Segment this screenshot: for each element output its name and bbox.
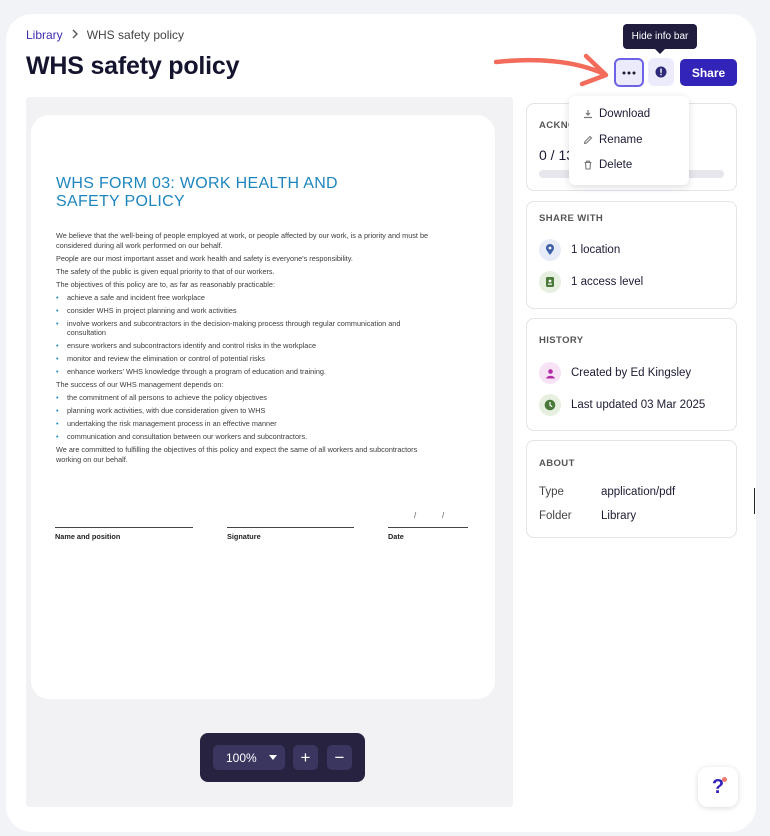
zoom-select[interactable]: 100% (213, 745, 285, 770)
pencil-icon (583, 135, 593, 145)
zoom-out-button[interactable]: − (327, 745, 352, 770)
list-item: ensure workers and subcontractors identi… (56, 341, 436, 351)
success-list: the commitment of all persons to achieve… (56, 393, 436, 442)
signature-line (227, 527, 354, 528)
breadcrumb-library-link[interactable]: Library (26, 28, 63, 42)
history-created-label: Created by Ed Kingsley (571, 367, 692, 379)
about-folder-row: Folder Library (539, 510, 636, 522)
zoom-toolbar: 100% + − (200, 733, 365, 782)
list-item: enhance workers' WHS knowledge through a… (56, 367, 436, 377)
hide-info-bar-button[interactable] (648, 58, 674, 86)
zoom-value: 100% (226, 750, 257, 765)
about-type-value: application/pdf (601, 486, 676, 498)
document-title: WHS FORM 03: WORK HEALTH AND SAFETY POLI… (56, 175, 338, 210)
history-created-row: Created by Ed Kingsley (539, 362, 691, 384)
breadcrumb-current: WHS safety policy (86, 28, 185, 42)
paragraph: People are our most important asset and … (56, 253, 353, 263)
clock-icon (539, 394, 561, 416)
history-updated-row: Last updated 03 Mar 2025 (539, 394, 705, 416)
list-item: communication and consultation between o… (56, 432, 436, 442)
page-title: WHS safety policy (26, 52, 240, 80)
menu-item-download[interactable]: Download (583, 108, 650, 120)
menu-item-label: Delete (599, 159, 633, 171)
about-card: ABOUT Type application/pdf Folder Librar… (526, 440, 737, 538)
list-item: monitor and review the elimination or co… (56, 354, 436, 364)
about-type-row: Type application/pdf (539, 486, 675, 498)
menu-item-delete[interactable]: Delete (583, 159, 632, 171)
menu-item-rename[interactable]: Rename (583, 134, 642, 146)
chevron-right-icon (71, 28, 79, 42)
history-updated-label: Last updated 03 Mar 2025 (571, 399, 706, 411)
name-position-label: Name and position (55, 532, 121, 541)
about-folder-label: Folder (539, 510, 572, 522)
list-item: involve workers and subcontractors in th… (56, 319, 436, 338)
zoom-in-button[interactable]: + (293, 745, 318, 770)
paragraph: The success of our WHS management depend… (56, 380, 224, 390)
date-separator: / (442, 511, 445, 520)
notification-dot (722, 777, 727, 782)
list-item: consider WHS in project planning and wor… (56, 306, 436, 316)
ellipsis-icon (622, 71, 636, 74)
date-separator: / (414, 511, 417, 520)
hide-info-bar-tooltip: Hide info bar (623, 24, 697, 54)
card-title: HISTORY (539, 335, 584, 346)
paragraph: We are committed to fulfilling the objec… (56, 445, 418, 465)
paragraph: The safety of the public is given equal … (56, 266, 275, 276)
list-item: the commitment of all persons to achieve… (56, 393, 436, 403)
trash-icon (584, 160, 592, 170)
help-button[interactable]: ? (698, 767, 738, 807)
card-title: ABOUT (539, 458, 575, 469)
document-page: WHS FORM 03: WORK HEALTH AND SAFETY POLI… (31, 115, 495, 699)
location-pin-icon (539, 239, 561, 261)
annotation-arrow-icon (494, 53, 609, 87)
share-with-card: SHARE WITH 1 location 1 access level (526, 201, 737, 309)
about-type-label: Type (539, 486, 564, 498)
paragraph: We believe that the well-being of people… (56, 231, 429, 250)
card-title: SHARE WITH (539, 213, 604, 224)
menu-item-label: Download (599, 108, 651, 120)
share-button[interactable]: Share (680, 59, 737, 86)
more-options-menu: Download Rename Delete (569, 96, 689, 185)
download-icon (584, 110, 592, 119)
share-location-row[interactable]: 1 location (539, 239, 620, 261)
signature-label: Signature (227, 532, 261, 541)
share-location-label: 1 location (571, 244, 621, 256)
share-access-row[interactable]: 1 access level (539, 271, 643, 293)
history-card: HISTORY Created by Ed Kingsley Last upda… (526, 318, 737, 431)
scrollbar[interactable] (754, 488, 755, 514)
badge-icon (539, 271, 561, 293)
list-item: achieve a safe and incident free workpla… (56, 293, 436, 303)
menu-item-label: Rename (599, 134, 643, 146)
caret-down-icon (269, 755, 277, 760)
date-label: Date (388, 532, 404, 541)
objectives-list: achieve a safe and incident free workpla… (56, 293, 436, 377)
breadcrumb: Library WHS safety policy (26, 28, 184, 42)
share-access-label: 1 access level (571, 276, 644, 288)
name-signature-line (55, 527, 193, 528)
date-line (388, 527, 468, 528)
list-item: planning work activities, with due consi… (56, 406, 436, 416)
more-options-button[interactable] (614, 58, 644, 87)
document-body: We believe that the well-being of people… (56, 231, 436, 468)
info-icon (655, 66, 667, 78)
paragraph: The objectives of this policy are to, as… (56, 279, 276, 289)
about-folder-value[interactable]: Library (601, 510, 636, 522)
list-item: undertaking the risk management process … (56, 419, 436, 429)
person-icon (539, 362, 561, 384)
